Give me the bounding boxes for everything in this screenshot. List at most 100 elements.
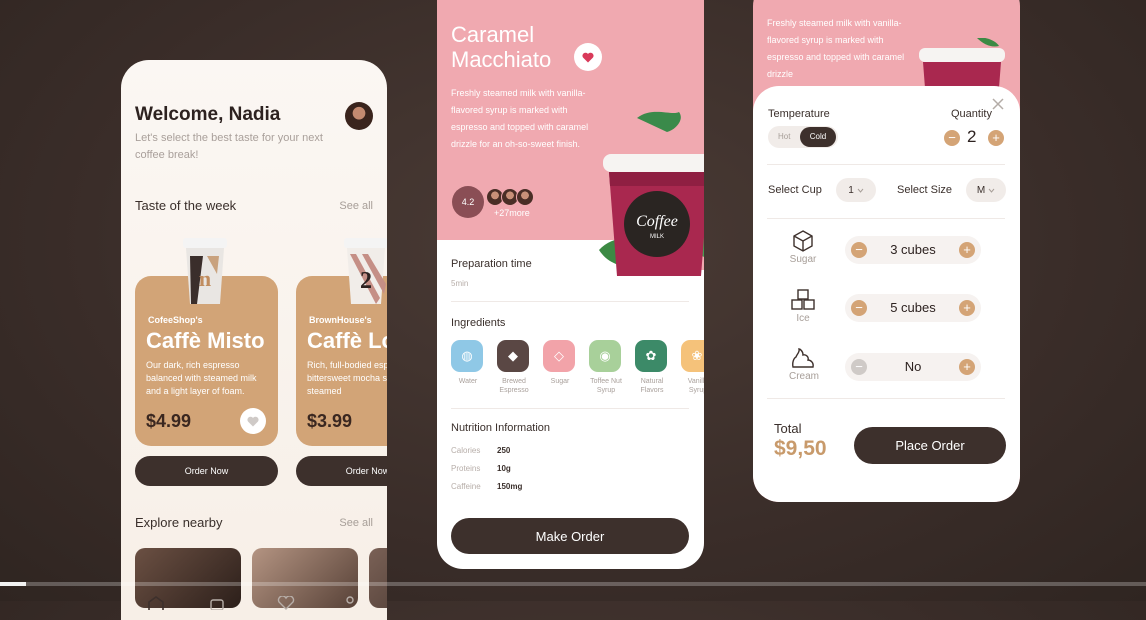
- divider: [767, 164, 1005, 165]
- nutrition-value: 150mg: [497, 482, 523, 491]
- ingredient-name: Toffee Nut Syrup: [590, 378, 622, 394]
- ice-stepper: 5 cubes − +: [845, 294, 981, 322]
- ingredient-name: Natural Flavors: [640, 378, 664, 394]
- see-all-link[interactable]: See all: [339, 517, 373, 529]
- cream-stepper: No − +: [845, 353, 981, 381]
- product-price: $3.99: [307, 411, 353, 431]
- whipped-cream-icon: [789, 347, 817, 369]
- order-now-button[interactable]: Order Now: [296, 456, 387, 486]
- heart-icon: [582, 52, 594, 63]
- ingredient-name: Vanilla Syrup: [687, 378, 704, 394]
- close-icon[interactable]: [992, 98, 1004, 110]
- product-description: Freshly steamed milk with vanilla-flavor…: [451, 88, 589, 149]
- order-options-screen: Freshly steamed milk with vanilla-flavor…: [753, 0, 1020, 502]
- ingredient-item[interactable]: ❀ Vanilla Syrup: [681, 340, 704, 395]
- ingredient-item[interactable]: ◇ Sugar: [543, 340, 577, 386]
- avatar: [516, 188, 534, 206]
- svg-text:Coffee: Coffee: [636, 213, 678, 230]
- heart-icon[interactable]: [277, 596, 295, 610]
- temperature-cold[interactable]: Cold: [800, 127, 836, 147]
- size-select[interactable]: M: [966, 178, 1006, 202]
- total-price: $9,50: [774, 437, 827, 460]
- divider: [451, 408, 689, 409]
- order-now-button[interactable]: Order Now: [135, 456, 278, 486]
- quantity-plus-button[interactable]: +: [988, 130, 1004, 146]
- svg-text:MILK: MILK: [650, 234, 664, 240]
- ingredient-icon: ✿: [635, 340, 667, 372]
- favorite-button[interactable]: [574, 43, 602, 71]
- chevron-down-icon: [988, 188, 995, 193]
- rating-badge: 4.2: [452, 186, 484, 218]
- ice-option: Ice: [789, 289, 817, 324]
- product-title: Caramel Macchiato: [451, 22, 552, 72]
- nutrition-key: Caffeine: [451, 482, 481, 491]
- divider: [767, 398, 1005, 399]
- nutrition-key: Calories: [451, 446, 481, 455]
- ingredient-name: Brewed Espresso: [499, 378, 529, 394]
- ingredient-item[interactable]: ✿ Natural Flavors: [635, 340, 669, 395]
- home-screen: Welcome, Nadia Let's select the best tas…: [121, 60, 387, 620]
- coffee-cup-image: n: [183, 238, 227, 304]
- divider: [767, 218, 1005, 219]
- ingredient-icon: ◇: [543, 340, 575, 372]
- temperature-toggle[interactable]: Hot Cold: [768, 126, 838, 148]
- quantity-minus-button[interactable]: −: [944, 130, 960, 146]
- product-card[interactable]: n CofeeShop's Caffè Misto Our dark, rich…: [135, 238, 278, 446]
- product-name: Caffè Misto: [146, 328, 265, 353]
- temperature-label: Temperature: [768, 108, 830, 120]
- ice-plus-button[interactable]: +: [959, 300, 975, 316]
- sugar-plus-button[interactable]: +: [959, 242, 975, 258]
- product-description: Our dark, rich espresso balanced with st…: [146, 360, 257, 396]
- more-reviewers[interactable]: +27more: [494, 208, 530, 218]
- cream-minus-button[interactable]: −: [851, 359, 867, 375]
- preparation-time-label: Preparation time: [451, 258, 532, 270]
- ingredient-item[interactable]: ◍ Water: [451, 340, 485, 386]
- product-price: $4.99: [146, 411, 192, 431]
- ice-cubes-icon: [789, 289, 817, 311]
- place-order-button[interactable]: Place Order: [854, 427, 1006, 464]
- taste-of-week-title: Taste of the week: [135, 198, 237, 213]
- heart-icon: [247, 416, 259, 427]
- nutrition-label: Nutrition Information: [451, 422, 551, 434]
- select-cup-label: Select Cup: [768, 184, 822, 196]
- ingredient-item[interactable]: ◆ Brewed Espresso: [497, 340, 531, 395]
- video-progress-bar[interactable]: [0, 582, 1146, 586]
- greeting: Welcome, Nadia: [135, 104, 281, 125]
- see-all-link[interactable]: See all: [339, 200, 373, 212]
- nutrition-key: Proteins: [451, 464, 481, 473]
- greeting-subtitle: Let's select the best taste for your nex…: [135, 132, 323, 161]
- coffee-icon[interactable]: [209, 596, 227, 610]
- ingredients-label: Ingredients: [451, 317, 506, 329]
- product-card[interactable]: 2 BrownHouse's Caffè Lo Rich, full-bodie…: [296, 238, 387, 446]
- shop-name: BrownHouse's: [309, 315, 372, 325]
- video-progress-played: [0, 582, 27, 586]
- reviewer-avatars[interactable]: [486, 188, 534, 206]
- product-description: Rich, full-bodied espresso with bittersw…: [307, 360, 387, 396]
- chevron-down-icon: [857, 188, 864, 193]
- ingredient-item[interactable]: ◉ Toffee Nut Syrup: [589, 340, 623, 395]
- avatar[interactable]: [345, 102, 373, 130]
- favorite-button[interactable]: [240, 408, 266, 434]
- sugar-option: Sugar: [789, 230, 817, 265]
- preparation-time-value: 5min: [451, 279, 469, 288]
- select-size-label: Select Size: [897, 184, 953, 196]
- divider: [451, 301, 689, 302]
- cream-plus-button[interactable]: +: [959, 359, 975, 375]
- product-name: Caffè Lo: [307, 328, 387, 353]
- sugar-stepper: 3 cubes − +: [845, 236, 981, 264]
- ingredient-icon: ◆: [497, 340, 529, 372]
- bottom-tab-bar: [121, 588, 387, 610]
- make-order-button[interactable]: Make Order: [451, 518, 689, 554]
- quantity-label: Quantity: [951, 108, 992, 120]
- cup-select[interactable]: 1: [836, 178, 876, 202]
- total-label: Total: [774, 421, 802, 436]
- ingredient-icon: ◍: [451, 340, 483, 372]
- svg-text:n: n: [199, 266, 211, 291]
- temperature-hot[interactable]: Hot: [778, 126, 790, 148]
- home-icon[interactable]: [147, 596, 165, 610]
- ice-minus-button[interactable]: −: [851, 300, 867, 316]
- sugar-minus-button[interactable]: −: [851, 242, 867, 258]
- profile-icon[interactable]: [343, 596, 357, 610]
- shop-name: CofeeShop's: [148, 315, 203, 325]
- product-detail-screen: Caramel Macchiato Freshly steamed milk w…: [437, 0, 704, 569]
